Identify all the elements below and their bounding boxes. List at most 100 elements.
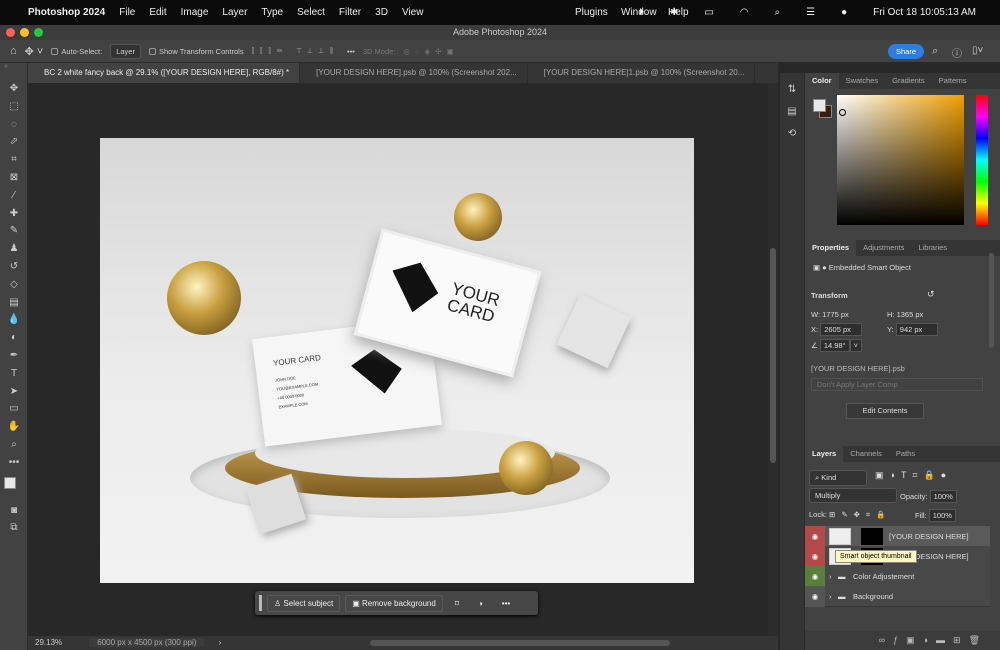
adjustment-icon[interactable]: ◑ xyxy=(471,599,490,608)
angle-input[interactable]: 14.98° xyxy=(819,339,850,352)
brush-tool[interactable]: ✎ xyxy=(0,222,28,240)
workspace-icon[interactable]: ▯˅ xyxy=(972,45,983,56)
move-tool[interactable]: ✥ xyxy=(0,80,28,98)
eraser-tool[interactable]: ◇ xyxy=(0,276,28,294)
menu-select[interactable]: Select xyxy=(297,7,325,18)
screen-mode-icon[interactable]: ⧉ xyxy=(0,519,28,537)
menu-plugins[interactable]: Plugins xyxy=(575,7,608,18)
battery-icon[interactable]: ▭ xyxy=(704,7,713,18)
layer-comp-dropdown[interactable]: Don't Apply Layer Comp xyxy=(811,378,983,391)
horizontal-scrollbar[interactable] xyxy=(370,640,670,646)
plugins-icon[interactable]: ⇅ xyxy=(780,79,804,101)
tab-swatches[interactable]: Swatches xyxy=(839,73,886,89)
frame-tool[interactable]: ⊠ xyxy=(0,169,28,187)
drag-handle[interactable] xyxy=(259,595,262,611)
tab-layers[interactable]: Layers xyxy=(805,446,844,462)
history-brush-tool[interactable]: ↺ xyxy=(0,258,28,276)
menu-image[interactable]: Image xyxy=(181,7,209,18)
lasso-tool[interactable]: ◌ xyxy=(0,116,28,134)
tab-libraries[interactable]: Libraries xyxy=(911,240,954,256)
layer-mask-thumbnail[interactable] xyxy=(861,528,883,545)
control-center-icon[interactable]: ☰ xyxy=(806,7,815,18)
history-icon[interactable]: ⟲ xyxy=(780,123,804,145)
spotlight-icon[interactable]: ⌕ xyxy=(775,7,781,18)
menu-edit[interactable]: Edit xyxy=(149,7,166,18)
quick-mask-icon[interactable]: ◙ xyxy=(0,502,28,520)
hue-slider[interactable] xyxy=(976,95,988,225)
siri-icon[interactable]: ● xyxy=(841,7,847,18)
type-tool[interactable]: T xyxy=(0,365,28,383)
visibility-eye-icon[interactable]: ◉ xyxy=(805,526,825,547)
zoom-window-button[interactable] xyxy=(34,28,43,37)
tab-properties[interactable]: Properties xyxy=(805,240,857,256)
blend-mode-dropdown[interactable]: Multiply xyxy=(809,488,897,503)
share-button[interactable]: Share xyxy=(888,44,924,59)
expand-chevron-icon[interactable]: › xyxy=(829,586,832,607)
minimize-window-button[interactable] xyxy=(20,28,29,37)
move-tool-icon[interactable]: ✥ ˅ xyxy=(25,45,44,58)
crop-tool[interactable]: ⌗ xyxy=(0,151,28,169)
more-tools[interactable]: ••• xyxy=(0,454,28,472)
collapse-icon[interactable]: » xyxy=(0,63,27,80)
transform-icon[interactable]: ⌑ xyxy=(448,599,466,608)
visibility-eye-icon[interactable]: ◉ xyxy=(805,546,825,567)
play-icon[interactable]: ⏵ xyxy=(639,7,644,18)
more-options-icon[interactable]: ••• xyxy=(495,599,517,608)
vertical-scrollbar[interactable] xyxy=(768,83,778,636)
tab-document-2[interactable]: [YOUR DESIGN HERE].psb @ 100% (Screensho… xyxy=(300,63,528,83)
layer-select-dropdown[interactable]: Layer xyxy=(110,43,141,59)
layer-row[interactable]: ◉ › ▬ Background xyxy=(805,586,990,607)
marquee-tool[interactable]: ⬚ xyxy=(0,98,28,116)
lock-icons[interactable]: ⊞✎✥⌗🔒 xyxy=(829,510,891,519)
reset-transform-icon[interactable]: ↺ xyxy=(927,289,935,300)
foreground-color-swatch[interactable] xyxy=(813,99,826,112)
zoom-tool[interactable]: ⌕ xyxy=(0,436,28,454)
menu-file[interactable]: File xyxy=(119,7,135,18)
remove-background-button[interactable]: ▣ Remove background xyxy=(345,594,443,612)
comments-icon[interactable]: ▤ xyxy=(780,101,804,123)
gradient-tool[interactable]: ▤ xyxy=(0,294,28,312)
tab-document-1[interactable]: BC 2 white fancy back @ 29.1% ([YOUR DES… xyxy=(28,63,301,83)
fill-input[interactable]: 100% xyxy=(928,509,956,522)
blur-tool[interactable]: 💧 xyxy=(0,311,28,329)
tab-gradients[interactable]: Gradients xyxy=(885,73,932,89)
zoom-level[interactable]: 29.13% xyxy=(35,636,87,650)
healing-tool[interactable]: ✚ xyxy=(0,205,28,223)
tab-channels[interactable]: Channels xyxy=(843,446,889,462)
menu-3d[interactable]: 3D xyxy=(375,7,388,18)
visibility-eye-icon[interactable]: ◉ xyxy=(805,566,825,587)
layer-filter-icons[interactable]: ▣◑T⌗🔒● xyxy=(875,470,952,481)
bluetooth-icon[interactable]: ✱ xyxy=(670,7,678,18)
tab-adjustments[interactable]: Adjustments xyxy=(856,240,911,256)
hand-tool[interactable]: ✋ xyxy=(0,418,28,436)
visibility-eye-icon[interactable]: ◉ xyxy=(805,586,825,607)
align-icons[interactable]: ⫿⫿⫿☰ ⊤⊥⊥⫼ xyxy=(252,46,339,56)
layer-row[interactable]: ◉ › ▬ Color Adjustement xyxy=(805,566,990,587)
search-icon[interactable]: ⌕ xyxy=(932,45,938,58)
layer-row[interactable]: ◉ [YOUR DESIGN HERE] xyxy=(805,526,990,547)
help-icon[interactable]: ⓘ xyxy=(952,45,962,60)
tab-paths[interactable]: Paths xyxy=(889,446,922,462)
expand-chevron-icon[interactable]: › xyxy=(829,566,832,587)
color-swatches[interactable] xyxy=(0,472,27,502)
app-menu[interactable]: Photoshop 2024 xyxy=(28,7,105,18)
object-selection-tool[interactable]: ⬀ xyxy=(0,133,28,151)
dodge-tool[interactable]: ◐ xyxy=(0,329,28,347)
stamp-tool[interactable]: ♟ xyxy=(0,240,28,258)
close-window-button[interactable] xyxy=(6,28,15,37)
menu-type[interactable]: Type xyxy=(261,7,283,18)
tab-document-3[interactable]: [YOUR DESIGN HERE]1.psb @ 100% (Screensh… xyxy=(528,63,756,83)
rectangle-tool[interactable]: ▭ xyxy=(0,400,28,418)
wifi-icon[interactable]: ◠ xyxy=(740,7,749,18)
x-input[interactable]: 2605 px xyxy=(820,323,863,336)
more-icon[interactable]: ••• xyxy=(347,47,355,56)
color-picker-field[interactable] xyxy=(837,95,964,225)
select-subject-button[interactable]: ♙ Select subject xyxy=(267,594,341,612)
pen-tool[interactable]: ✒ xyxy=(0,347,28,365)
menu-filter[interactable]: Filter xyxy=(339,7,361,18)
menu-layer[interactable]: Layer xyxy=(222,7,247,18)
path-selection-tool[interactable]: ➤ xyxy=(0,383,28,401)
auto-select-checkbox[interactable]: Auto-Select: xyxy=(51,47,102,56)
menu-view[interactable]: View xyxy=(402,7,424,18)
opacity-input[interactable]: 100% xyxy=(929,490,957,503)
